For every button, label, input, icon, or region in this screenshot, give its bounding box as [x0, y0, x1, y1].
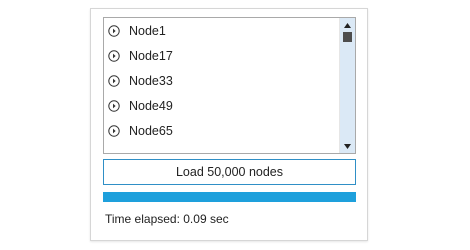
tree-item-node1[interactable]: Node1 [104, 20, 339, 42]
tree-item-node65[interactable]: Node65 [104, 120, 339, 142]
tree-item-label: Node49 [129, 99, 173, 113]
vertical-scrollbar[interactable] [339, 18, 355, 153]
scrollbar-thumb[interactable] [343, 32, 352, 42]
progress-bar-fill [103, 192, 356, 202]
tree-item-label: Node65 [129, 124, 173, 138]
expand-circle-icon[interactable] [108, 25, 120, 37]
scroll-up-arrow-icon[interactable] [340, 19, 355, 31]
expand-circle-icon[interactable] [108, 50, 120, 62]
tree-item-node49[interactable]: Node49 [104, 95, 339, 117]
tree-items: Node1 Node17 Node33 Node49 Node65 [104, 18, 339, 153]
time-elapsed-label: Time elapsed: 0.09 sec [105, 212, 229, 226]
expand-circle-icon[interactable] [108, 100, 120, 112]
scroll-down-arrow-icon[interactable] [340, 140, 355, 152]
tree-item-label: Node17 [129, 49, 173, 63]
tree-view[interactable]: Node1 Node17 Node33 Node49 Node65 [103, 17, 356, 154]
sample-panel: Node1 Node17 Node33 Node49 Node65 Load 5… [90, 8, 368, 241]
tree-item-label: Node33 [129, 74, 173, 88]
tree-item-label: Node1 [129, 24, 166, 38]
tree-item-node17[interactable]: Node17 [104, 45, 339, 67]
tree-item-node33[interactable]: Node33 [104, 70, 339, 92]
load-nodes-button[interactable]: Load 50,000 nodes [103, 159, 356, 185]
expand-circle-icon[interactable] [108, 125, 120, 137]
expand-circle-icon[interactable] [108, 75, 120, 87]
progress-bar [103, 192, 356, 202]
